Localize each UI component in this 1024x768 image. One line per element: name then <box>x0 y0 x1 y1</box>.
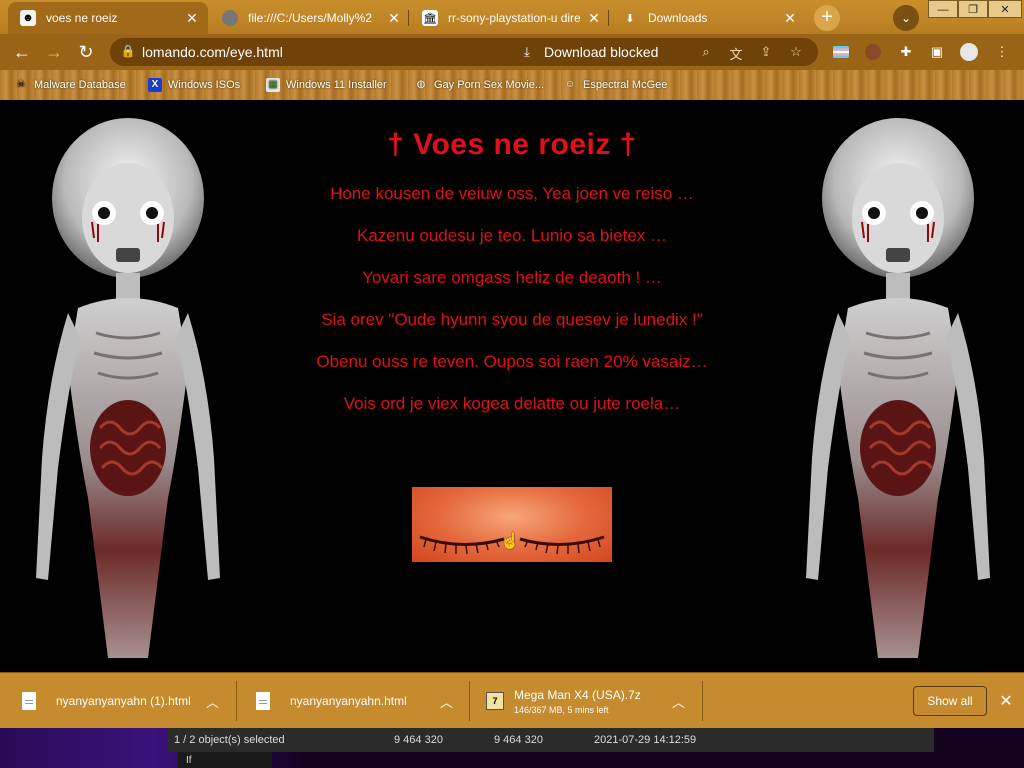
bookmark-label: Espectral McGee <box>583 79 668 91</box>
minimize-button[interactable]: — <box>928 0 958 18</box>
bookmark-star-icon[interactable]: ☆ <box>788 44 804 60</box>
pale-doll-figure-right <box>806 118 990 658</box>
poem-line: Kazenu oudesu je teo. Lunio sa bietex … <box>357 226 667 245</box>
explorer-status-bar: 1 / 2 object(s) selected 9 464 320 9 464… <box>168 728 934 752</box>
close-shelf-icon[interactable]: ✕ <box>996 691 1016 711</box>
chevron-up-icon[interactable]: ︿ <box>672 692 685 711</box>
bookmark-label: Windows ISOs <box>168 79 241 91</box>
chevron-up-icon[interactable]: ︿ <box>440 692 453 711</box>
toolbar: ← → ↻ 🔒 lomando.com/eye.html ⤓ Download … <box>0 34 1024 70</box>
new-tab-button[interactable]: + <box>814 5 840 31</box>
page-content: † Voes ne roeiz † Hone kousen de veiuw o… <box>0 100 1024 672</box>
reload-button[interactable]: ↻ <box>74 40 98 64</box>
lock-icon[interactable]: 🔒 <box>120 44 136 60</box>
download-item[interactable]: nyanyanyanyahn (1).html ︿ <box>22 673 228 729</box>
hand-cursor-icon: ☝ <box>500 533 520 550</box>
poem-block: † Voes ne roeiz † Hone kousen de veiuw o… <box>250 100 774 414</box>
download-shelf: nyanyanyanyahn (1).html ︿ nyanyanyanyahn… <box>0 672 1024 728</box>
tab-title: Downloads <box>648 11 708 25</box>
ghost-icon: ☺ <box>564 79 576 90</box>
closed-eye-image-link[interactable]: ☝ <box>412 487 612 562</box>
share-icon[interactable]: ⇪ <box>758 44 774 60</box>
tab-file[interactable]: file:///C:/Users/Molly%2 ✕ <box>210 2 410 34</box>
side-panel-icon[interactable]: ▣ <box>928 43 946 61</box>
close-icon[interactable]: ✕ <box>586 10 602 26</box>
doll-face-icon: ☻ <box>20 10 36 26</box>
close-icon[interactable]: ✕ <box>782 10 798 26</box>
bookmark-label: Windows 11 Installer <box>286 79 387 91</box>
tab-divider <box>608 10 609 26</box>
page-title: † Voes ne roeiz † <box>387 128 637 161</box>
tab-title: rr-sony-playstation-u dire <box>448 11 580 25</box>
show-all-button[interactable]: Show all <box>913 686 987 716</box>
poem-line: Vois ord je viex kogea delatte ou jute r… <box>343 394 681 413</box>
puzzle-icon[interactable]: ✚ <box>897 43 915 61</box>
avatar-extension-icon[interactable] <box>865 43 883 61</box>
tab-title: voes ne roeiz <box>46 11 118 25</box>
download-blocked-icon[interactable]: ⤓ <box>524 44 530 60</box>
forward-button[interactable]: → <box>42 40 66 64</box>
download-item[interactable]: nyanyanyanyahn.html ︿ <box>256 673 462 729</box>
url-text[interactable]: lomando.com/eye.html <box>142 44 283 60</box>
bookmark-espectral-mcgee[interactable]: ☺ Espectral McGee <box>563 77 667 93</box>
download-filename: Mega Man X4 (USA).7z <box>514 687 641 702</box>
address-bar[interactable]: 🔒 lomando.com/eye.html ⤓ Download blocke… <box>110 38 818 66</box>
file-icon <box>22 692 36 710</box>
bookmark-windows-11-installer[interactable]: ▦ Windows 11 Installer <box>266 77 387 93</box>
flag-extension-icon[interactable] <box>833 43 851 61</box>
tab-strip: ☻ voes ne roeiz ✕ file:///C:/Users/Molly… <box>0 0 1024 34</box>
close-icon[interactable]: ✕ <box>386 10 402 26</box>
globe-icon: ◍ <box>416 79 426 90</box>
bookmark-malware-database[interactable]: ☠ Malware Database <box>14 77 126 93</box>
selection-status: 1 / 2 object(s) selected <box>174 734 285 746</box>
7zip-icon: 7 <box>486 692 504 710</box>
restore-button[interactable]: ❐ <box>958 0 988 18</box>
chevron-up-icon[interactable]: ︿ <box>206 692 219 711</box>
divider <box>469 681 470 721</box>
image-icon: ▦ <box>266 78 280 92</box>
bookmark-windows-isos[interactable]: X Windows ISOs <box>148 77 240 93</box>
globe-icon <box>222 10 238 26</box>
x-icon: X <box>148 78 162 92</box>
bookmark-movie-site[interactable]: ◍ Gay Porn Sex Movie... <box>414 77 544 93</box>
menu-kebab-icon[interactable]: ⋮ <box>993 43 1011 61</box>
tab-search-chevron-icon[interactable]: ⌄ <box>893 5 919 31</box>
tab-voes-ne-roeiz[interactable]: ☻ voes ne roeiz ✕ <box>8 2 208 34</box>
download-icon: ⬇ <box>625 12 635 25</box>
pale-doll-figure-left <box>36 118 220 658</box>
divider <box>702 681 703 721</box>
divider <box>236 681 237 721</box>
tab-divider <box>408 10 409 26</box>
file-date: 2021-07-29 14:12:59 <box>594 734 697 746</box>
archive-icon: 🏛 <box>422 10 438 26</box>
back-button[interactable]: ← <box>10 40 34 64</box>
tab-downloads[interactable]: ⬇ Downloads ✕ <box>610 2 806 34</box>
window-close-button[interactable]: ✕ <box>988 0 1022 18</box>
poem-line: Hone kousen de veiuw oss, Yea joen ve re… <box>330 184 694 203</box>
tab-rr-sony[interactable]: 🏛 rr-sony-playstation-u dire ✕ <box>410 2 610 34</box>
poem-line: Obenu ouss re teven. Oupos soi raen 20% … <box>316 352 708 371</box>
close-icon[interactable]: ✕ <box>184 10 200 26</box>
download-item-in-progress[interactable]: 7 Mega Man X4 (USA).7z 146/367 MB, 5 min… <box>486 673 700 729</box>
download-filename: nyanyanyanyahn.html <box>290 694 407 708</box>
file-size: 9 464 320 <box>394 734 443 746</box>
download-blocked-label[interactable]: Download blocked <box>544 44 658 60</box>
download-progress-text: 146/367 MB, 5 mins left <box>514 704 609 715</box>
file-size: 9 464 320 <box>494 734 543 746</box>
translate-icon[interactable]: 文 <box>728 44 744 62</box>
bookmark-label: Malware Database <box>34 79 126 91</box>
profile-icon[interactable] <box>960 43 978 61</box>
search-icon[interactable]: ⌕ <box>698 44 714 60</box>
file-icon <box>256 692 270 710</box>
poem-line: Yovari sare omgass heliz de deaoth ! … <box>362 268 662 287</box>
bookmark-label: Gay Porn Sex Movie... <box>434 79 545 91</box>
download-info: Mega Man X4 (USA).7z 146/367 MB, 5 mins … <box>514 688 641 715</box>
tab-title: file:///C:/Users/Molly%2 <box>248 11 373 25</box>
bookmarks-bar: ☠ Malware Database X Windows ISOs ▦ Wind… <box>0 70 1024 100</box>
poem-line: Sia orev "Oude hyunn syou de quesev je l… <box>321 310 703 329</box>
download-filename: nyanyanyanyahn (1).html <box>56 694 191 708</box>
explorer-lower-panel: If <box>178 752 272 768</box>
skull-icon: ☠ <box>16 79 26 90</box>
